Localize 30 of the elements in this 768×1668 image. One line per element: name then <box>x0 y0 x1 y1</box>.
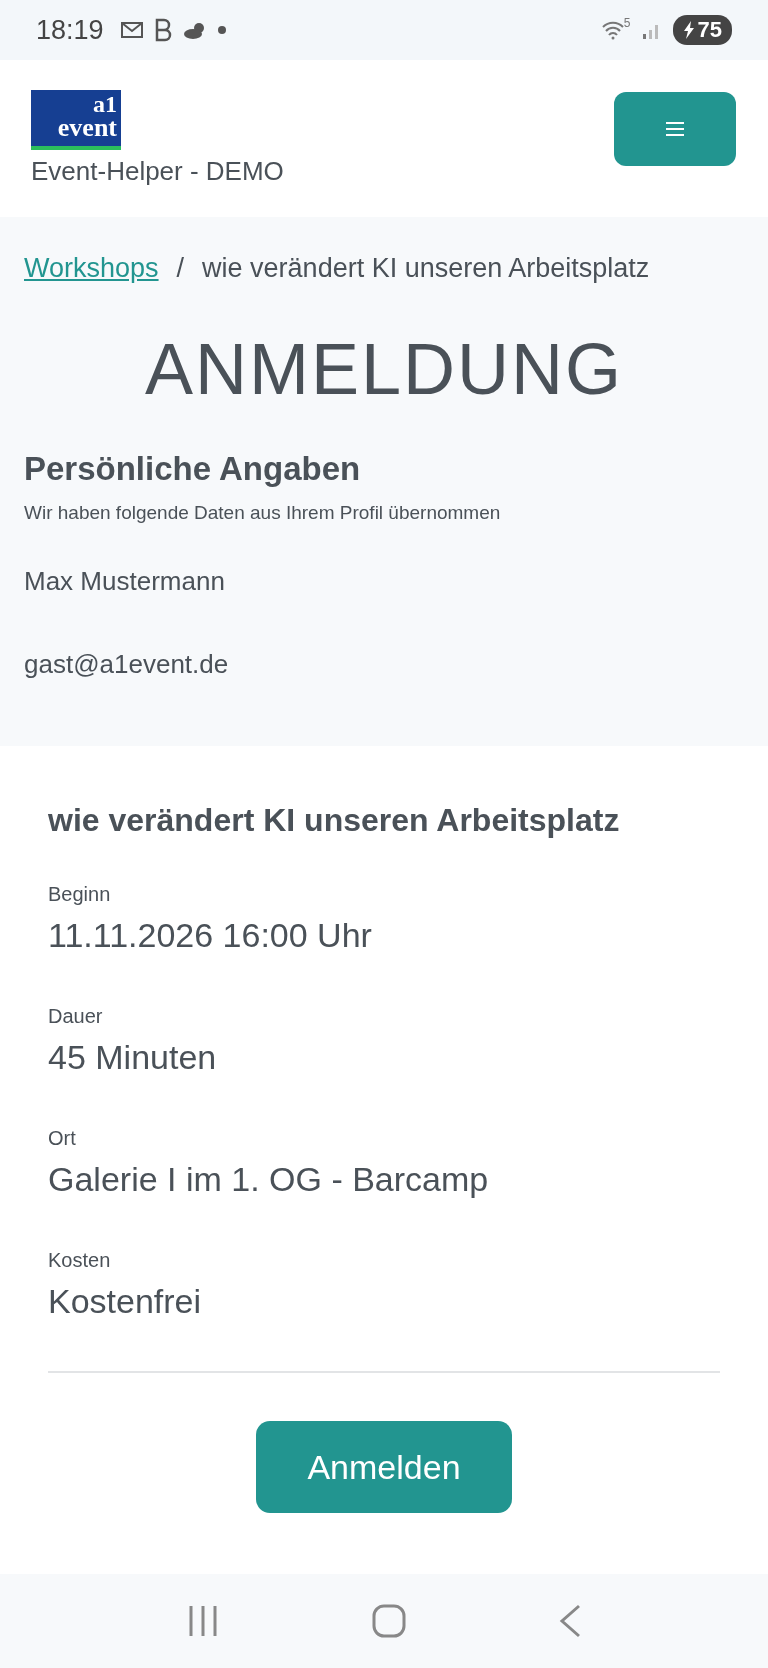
page-title: ANMELDUNG <box>143 328 625 410</box>
dot-icon <box>217 26 226 34</box>
user-email: gast@a1event.de <box>24 649 230 680</box>
field-label: Ort <box>48 1127 77 1150</box>
menu-icon <box>665 120 685 137</box>
menu-button[interactable] <box>614 91 736 166</box>
section-heading: Persönliche Angaben <box>24 450 362 488</box>
wifi-icon <box>601 20 624 40</box>
battery-indicator: 75 <box>672 15 732 45</box>
field-label: Kosten <box>48 1249 112 1272</box>
field-label: Dauer <box>48 1005 104 1028</box>
register-button[interactable]: Anmelden <box>256 1421 512 1513</box>
logo: a1 event <box>31 90 121 150</box>
breadcrumb-separator: / <box>176 253 185 284</box>
status-time: 18:19 <box>36 14 104 46</box>
profile-note: Wir haben folgende Daten aus Ihrem Profil übernommen <box>24 502 502 524</box>
user-name: Max Mustermann <box>24 566 226 597</box>
app-name: Event-Helper - DEMO <box>31 156 284 187</box>
breadcrumb-link[interactable]: Workshops <box>24 253 159 284</box>
field-value: 11.11.2026 16:00 Uhr <box>48 916 373 955</box>
event-title: wie verändert KI unseren Arbeitsplatz <box>48 802 621 839</box>
mail-icon <box>119 20 144 40</box>
back-icon[interactable] <box>559 1604 582 1638</box>
breadcrumb-current: wie verändert KI unseren Arbeitsplatz <box>202 253 650 284</box>
home-icon[interactable] <box>372 1604 406 1638</box>
network-label: 5 <box>623 16 631 30</box>
field-label: Beginn <box>48 883 112 906</box>
field-value: Kostenfrei <box>48 1282 203 1321</box>
field-value: Galerie I im 1. OG - Barcamp <box>48 1160 490 1199</box>
field-value: 45 Minuten <box>48 1038 218 1077</box>
